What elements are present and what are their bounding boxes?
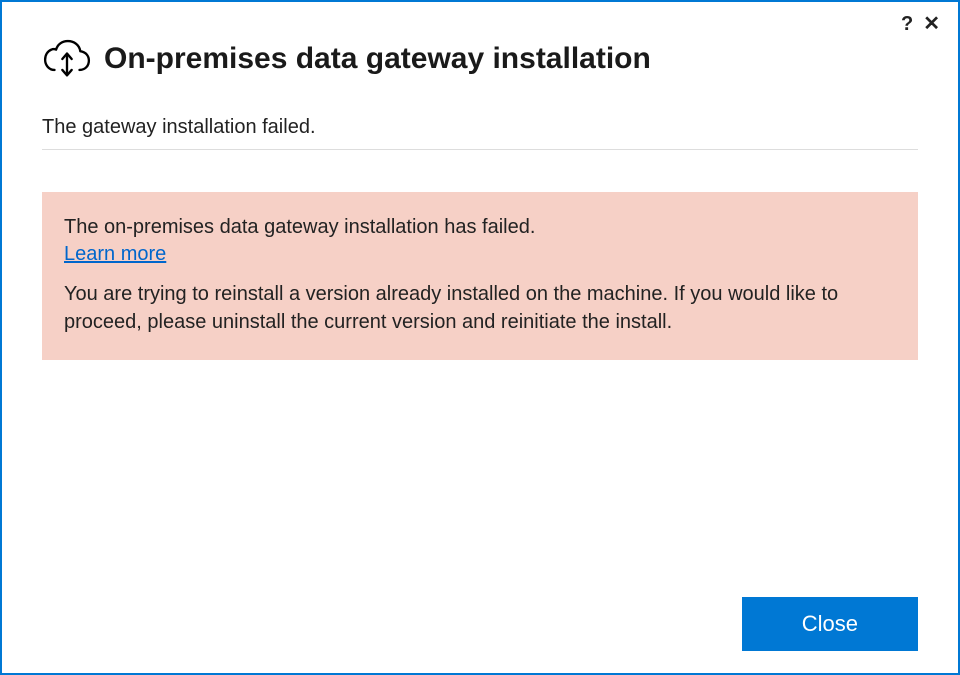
titlebar-controls: ? ✕ [901, 14, 940, 34]
dialog-header: On-premises data gateway installation [2, 2, 958, 82]
dialog-footer: Close [742, 597, 918, 651]
help-icon[interactable]: ? [901, 14, 913, 34]
status-section: The gateway installation failed. [42, 116, 918, 150]
cloud-download-icon [42, 36, 92, 82]
close-icon[interactable]: ✕ [923, 14, 940, 34]
dialog-title: On-premises data gateway installation [104, 42, 651, 76]
divider [42, 149, 918, 150]
error-detail: You are trying to reinstall a version al… [64, 280, 896, 336]
error-panel: The on-premises data gateway installatio… [42, 192, 918, 360]
close-button[interactable]: Close [742, 597, 918, 651]
error-heading: The on-premises data gateway installatio… [64, 216, 896, 239]
installer-dialog: ? ✕ On-premises data gateway installatio… [0, 0, 960, 675]
status-message: The gateway installation failed. [42, 116, 918, 139]
learn-more-link[interactable]: Learn more [64, 243, 166, 266]
